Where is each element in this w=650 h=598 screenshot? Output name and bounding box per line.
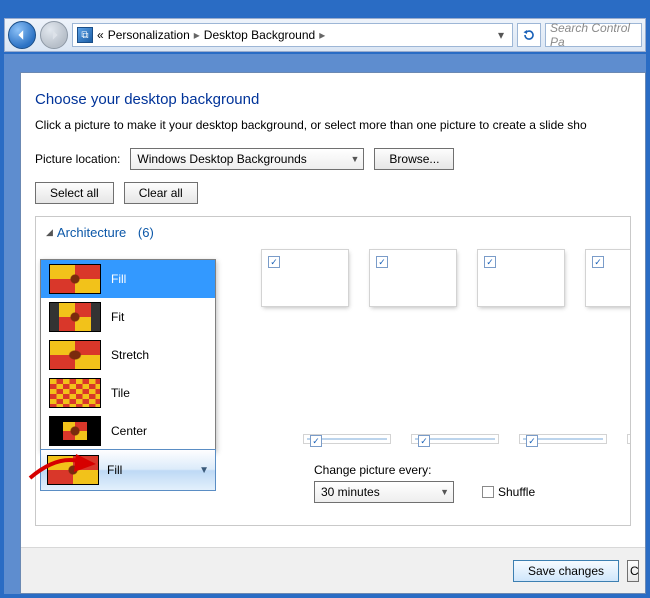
wallpaper-thumb[interactable]: ✓ <box>412 435 498 443</box>
breadcrumb[interactable]: ⧉ « Personalization ▸ Desktop Background… <box>72 23 513 47</box>
checkbox-icon[interactable]: ✓ <box>376 256 388 268</box>
page: Choose your desktop background Click a p… <box>20 72 646 594</box>
forward-button[interactable] <box>40 21 68 49</box>
chevron-down-icon: ▼ <box>199 465 209 476</box>
wallpaper-thumb[interactable]: ✓ <box>628 435 631 443</box>
collapse-icon: ◢ <box>46 227 53 238</box>
change-every-combo[interactable]: 30 minutes▼ <box>314 481 454 503</box>
chevron-down-icon[interactable]: ▾ <box>494 28 508 42</box>
position-option-fill[interactable]: Fill <box>41 260 215 298</box>
save-changes-button[interactable]: Save changes <box>513 560 619 582</box>
chevron-right-icon: ▸ <box>319 28 325 42</box>
wallpaper-thumb[interactable]: ✓ <box>478 250 564 306</box>
clear-all-button[interactable]: Clear all <box>124 182 198 204</box>
change-every-label: Change picture every: <box>314 463 454 477</box>
breadcrumb-current[interactable]: Desktop Background <box>204 28 315 42</box>
refresh-button[interactable] <box>517 23 541 47</box>
shuffle-checkbox[interactable] <box>482 486 494 498</box>
chevron-right-icon: ▸ <box>194 28 200 42</box>
wallpaper-thumb[interactable]: ✓ <box>586 250 631 306</box>
shuffle-label: Shuffle <box>498 485 535 499</box>
checkbox-icon[interactable]: ✓ <box>592 256 604 268</box>
chevron-down-icon: ▼ <box>350 154 359 164</box>
chevron-down-icon: ▼ <box>440 487 449 497</box>
checkbox-icon[interactable]: ✓ <box>484 256 496 268</box>
position-option-stretch[interactable]: Stretch <box>41 336 215 374</box>
wallpaper-thumb[interactable]: ✓ <box>262 250 348 306</box>
wallpaper-thumb[interactable]: ✓ <box>304 435 390 443</box>
control-panel-icon: ⧉ <box>77 27 93 43</box>
group-header[interactable]: ◢ Architecture (6) <box>46 225 620 240</box>
footer: Save changes C <box>21 547 645 593</box>
wallpaper-gallery: ◢ Architecture (6) ✓ ✓ ✓ ✓ ✓ ✓ ✓ ✓ Fill … <box>35 216 631 526</box>
window-client-area: Choose your desktop background Click a p… <box>4 54 646 594</box>
wallpaper-thumb[interactable]: ✓ <box>520 435 606 443</box>
position-option-fit[interactable]: Fit <box>41 298 215 336</box>
position-option-center[interactable]: Center <box>41 412 215 450</box>
checkbox-icon[interactable]: ✓ <box>268 256 280 268</box>
browse-button[interactable]: Browse... <box>374 148 454 170</box>
cancel-button[interactable]: C <box>627 560 639 582</box>
select-all-button[interactable]: Select all <box>35 182 114 204</box>
breadcrumb-prefix: « <box>97 28 104 42</box>
position-option-tile[interactable]: Tile <box>41 374 215 412</box>
search-input[interactable]: Search Control Pa <box>545 23 642 47</box>
page-title: Choose your desktop background <box>35 91 631 108</box>
breadcrumb-parent[interactable]: Personalization <box>108 28 190 42</box>
picture-position-dropdown-list: Fill Fit Stretch Tile Center <box>40 259 216 451</box>
wallpaper-thumb[interactable]: ✓ <box>370 250 456 306</box>
picture-position-combo[interactable]: Fill ▼ <box>40 449 216 491</box>
picture-location-combo[interactable]: Windows Desktop Backgrounds▼ <box>130 148 364 170</box>
explorer-navbar: ⧉ « Personalization ▸ Desktop Background… <box>4 18 646 52</box>
picture-location-label: Picture location: <box>35 152 120 166</box>
page-subtitle: Click a picture to make it your desktop … <box>35 118 631 132</box>
back-button[interactable] <box>8 21 36 49</box>
